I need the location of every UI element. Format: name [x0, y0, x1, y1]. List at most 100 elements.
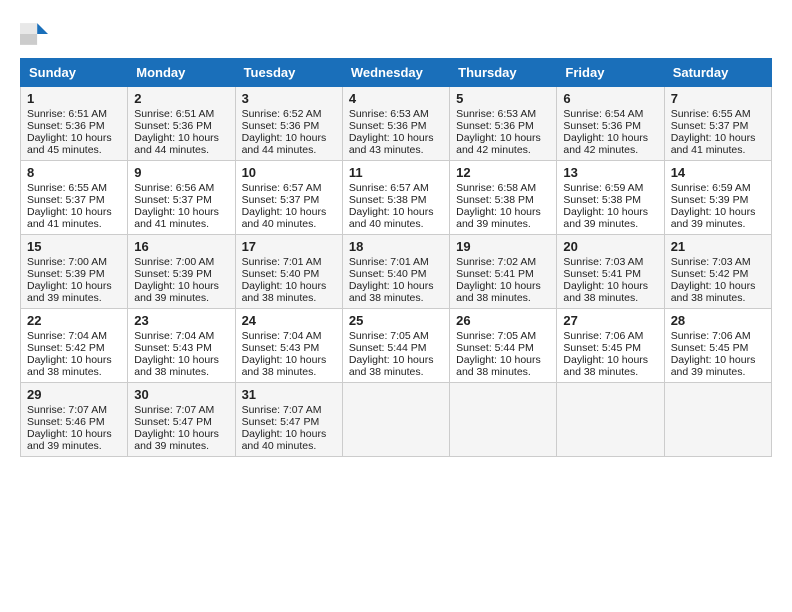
sunrise: Sunrise: 6:59 AM	[563, 182, 657, 194]
sunrise: Sunrise: 7:06 AM	[563, 330, 657, 342]
sunrise: Sunrise: 7:04 AM	[27, 330, 121, 342]
calendar-cell: 28Sunrise: 7:06 AMSunset: 5:45 PMDayligh…	[664, 309, 771, 383]
daylight: Daylight: 10 hours and 40 minutes.	[349, 206, 443, 230]
sunset: Sunset: 5:40 PM	[349, 268, 443, 280]
calendar-cell: 13 Sunrise: 6:59 AMSunset: 5:38 PMDayligh…	[557, 161, 664, 235]
sunset: Sunset: 5:36 PM	[349, 120, 443, 132]
calendar-cell: 7Sunrise: 6:55 AMSunset: 5:37 PMDaylight…	[664, 87, 771, 161]
day-number: 27	[563, 313, 657, 328]
day-number: 5	[456, 91, 550, 106]
calendar-cell: 31Sunrise: 7:07 AMSunset: 5:47 PMDayligh…	[235, 383, 342, 457]
sunset: Sunset: 5:42 PM	[27, 342, 121, 354]
sunset: Sunset: 5:37 PM	[134, 194, 228, 206]
sunset: Sunset: 5:46 PM	[27, 416, 121, 428]
daylight: Daylight: 10 hours and 38 minutes.	[456, 280, 550, 304]
day-number: 21	[671, 239, 765, 254]
daylight: Daylight: 10 hours and 39 minutes.	[134, 428, 228, 452]
day-number: 30	[134, 387, 228, 402]
day-number: 6	[563, 91, 657, 106]
sunrise: Sunrise: 6:53 AM	[456, 108, 550, 120]
daylight: Daylight: 10 hours and 44 minutes.	[134, 132, 228, 156]
sunset: Sunset: 5:36 PM	[242, 120, 336, 132]
sunrise: Sunrise: 7:00 AM	[134, 256, 228, 268]
daylight: Daylight: 10 hours and 39 minutes.	[563, 206, 657, 230]
daylight: Daylight: 10 hours and 45 minutes.	[27, 132, 121, 156]
sunrise: Sunrise: 7:03 AM	[671, 256, 765, 268]
calendar-cell: 3Sunrise: 6:52 AMSunset: 5:36 PMDaylight…	[235, 87, 342, 161]
day-number: 13	[563, 165, 657, 180]
sunrise: Sunrise: 7:05 AM	[456, 330, 550, 342]
sunrise: Sunrise: 6:51 AM	[134, 108, 228, 120]
daylight: Daylight: 10 hours and 41 minutes.	[671, 132, 765, 156]
sunset: Sunset: 5:41 PM	[563, 268, 657, 280]
day-number: 1	[27, 91, 121, 106]
sunrise: Sunrise: 7:01 AM	[349, 256, 443, 268]
calendar-cell: 26Sunrise: 7:05 AMSunset: 5:44 PMDayligh…	[450, 309, 557, 383]
daylight: Daylight: 10 hours and 38 minutes.	[349, 354, 443, 378]
sunrise: Sunrise: 7:02 AM	[456, 256, 550, 268]
calendar-cell: 4Sunrise: 6:53 AMSunset: 5:36 PMDaylight…	[342, 87, 449, 161]
daylight: Daylight: 10 hours and 41 minutes.	[27, 206, 121, 230]
day-number: 29	[27, 387, 121, 402]
header-friday: Friday	[557, 59, 664, 87]
daylight: Daylight: 10 hours and 38 minutes.	[349, 280, 443, 304]
daylight: Daylight: 10 hours and 39 minutes.	[671, 206, 765, 230]
sunset: Sunset: 5:38 PM	[563, 194, 657, 206]
sunrise: Sunrise: 7:01 AM	[242, 256, 336, 268]
logo-icon	[20, 20, 48, 48]
calendar-cell: 8Sunrise: 6:55 AMSunset: 5:37 PMDaylight…	[21, 161, 128, 235]
calendar-cell: 17 Sunrise: 7:01 AMSunset: 5:40 PMDayligh…	[235, 235, 342, 309]
logo	[20, 20, 52, 48]
sunset: Sunset: 5:41 PM	[456, 268, 550, 280]
sunset: Sunset: 5:36 PM	[563, 120, 657, 132]
calendar-cell: 19Sunrise: 7:02 AMSunset: 5:41 PMDayligh…	[450, 235, 557, 309]
sunrise: Sunrise: 7:03 AM	[563, 256, 657, 268]
calendar-cell: 6Sunrise: 6:54 AMSunset: 5:36 PMDaylight…	[557, 87, 664, 161]
daylight: Daylight: 10 hours and 38 minutes.	[242, 280, 336, 304]
sunset: Sunset: 5:37 PM	[242, 194, 336, 206]
header-saturday: Saturday	[664, 59, 771, 87]
week-row-1: 1Sunrise: 6:51 AMSunset: 5:36 PMDaylight…	[21, 87, 772, 161]
sunrise: Sunrise: 6:57 AM	[242, 182, 336, 194]
sunrise: Sunrise: 7:04 AM	[242, 330, 336, 342]
calendar-cell	[664, 383, 771, 457]
calendar-cell: 30 Sunrise: 7:07 AMSunset: 5:47 PMDayligh…	[128, 383, 235, 457]
daylight: Daylight: 10 hours and 38 minutes.	[27, 354, 121, 378]
day-number: 9	[134, 165, 228, 180]
sunset: Sunset: 5:44 PM	[456, 342, 550, 354]
calendar-cell: 10Sunrise: 6:57 AMSunset: 5:37 PMDayligh…	[235, 161, 342, 235]
page-header	[20, 20, 772, 48]
calendar-cell: 9Sunrise: 6:56 AMSunset: 5:37 PMDaylight…	[128, 161, 235, 235]
day-number: 8	[27, 165, 121, 180]
week-row-5: 29 Sunrise: 7:07 AM Sunset: 5:46 PM Dayligh…	[21, 383, 772, 457]
calendar-cell: 12Sunrise: 6:58 AMSunset: 5:38 PMDayligh…	[450, 161, 557, 235]
daylight: Daylight: 10 hours and 42 minutes.	[456, 132, 550, 156]
day-number: 25	[349, 313, 443, 328]
daylight: Daylight: 10 hours and 38 minutes.	[563, 280, 657, 304]
sunrise: Sunrise: 7:06 AM	[671, 330, 765, 342]
calendar-cell: 25Sunrise: 7:05 AMSunset: 5:44 PMDayligh…	[342, 309, 449, 383]
day-number: 18	[349, 239, 443, 254]
sunrise: Sunrise: 7:00 AM	[27, 256, 121, 268]
header-sunday: Sunday	[21, 59, 128, 87]
calendar-cell: 21Sunrise: 7:03 AMSunset: 5:42 PMDayligh…	[664, 235, 771, 309]
sunset: Sunset: 5:40 PM	[242, 268, 336, 280]
daylight: Daylight: 10 hours and 38 minutes.	[671, 280, 765, 304]
sunrise: Sunrise: 7:07 AM	[134, 404, 228, 416]
sunrise: Sunrise: 6:55 AM	[27, 182, 121, 194]
sunset: Sunset: 5:47 PM	[134, 416, 228, 428]
day-number: 28	[671, 313, 765, 328]
day-number: 22	[27, 313, 121, 328]
daylight: Daylight: 10 hours and 38 minutes.	[242, 354, 336, 378]
daylight: Daylight: 10 hours and 38 minutes.	[456, 354, 550, 378]
calendar-cell: 2Sunrise: 6:51 AMSunset: 5:36 PMDaylight…	[128, 87, 235, 161]
daylight: Daylight: 10 hours and 39 minutes.	[134, 280, 228, 304]
daylight: Daylight: 10 hours and 39 minutes.	[671, 354, 765, 378]
daylight: Daylight: 10 hours and 42 minutes.	[563, 132, 657, 156]
sunset: Sunset: 5:38 PM	[349, 194, 443, 206]
calendar-cell	[342, 383, 449, 457]
day-number: 17	[242, 239, 336, 254]
sunset: Sunset: 5:36 PM	[134, 120, 228, 132]
sunrise: Sunrise: 6:59 AM	[671, 182, 765, 194]
day-number: 14	[671, 165, 765, 180]
